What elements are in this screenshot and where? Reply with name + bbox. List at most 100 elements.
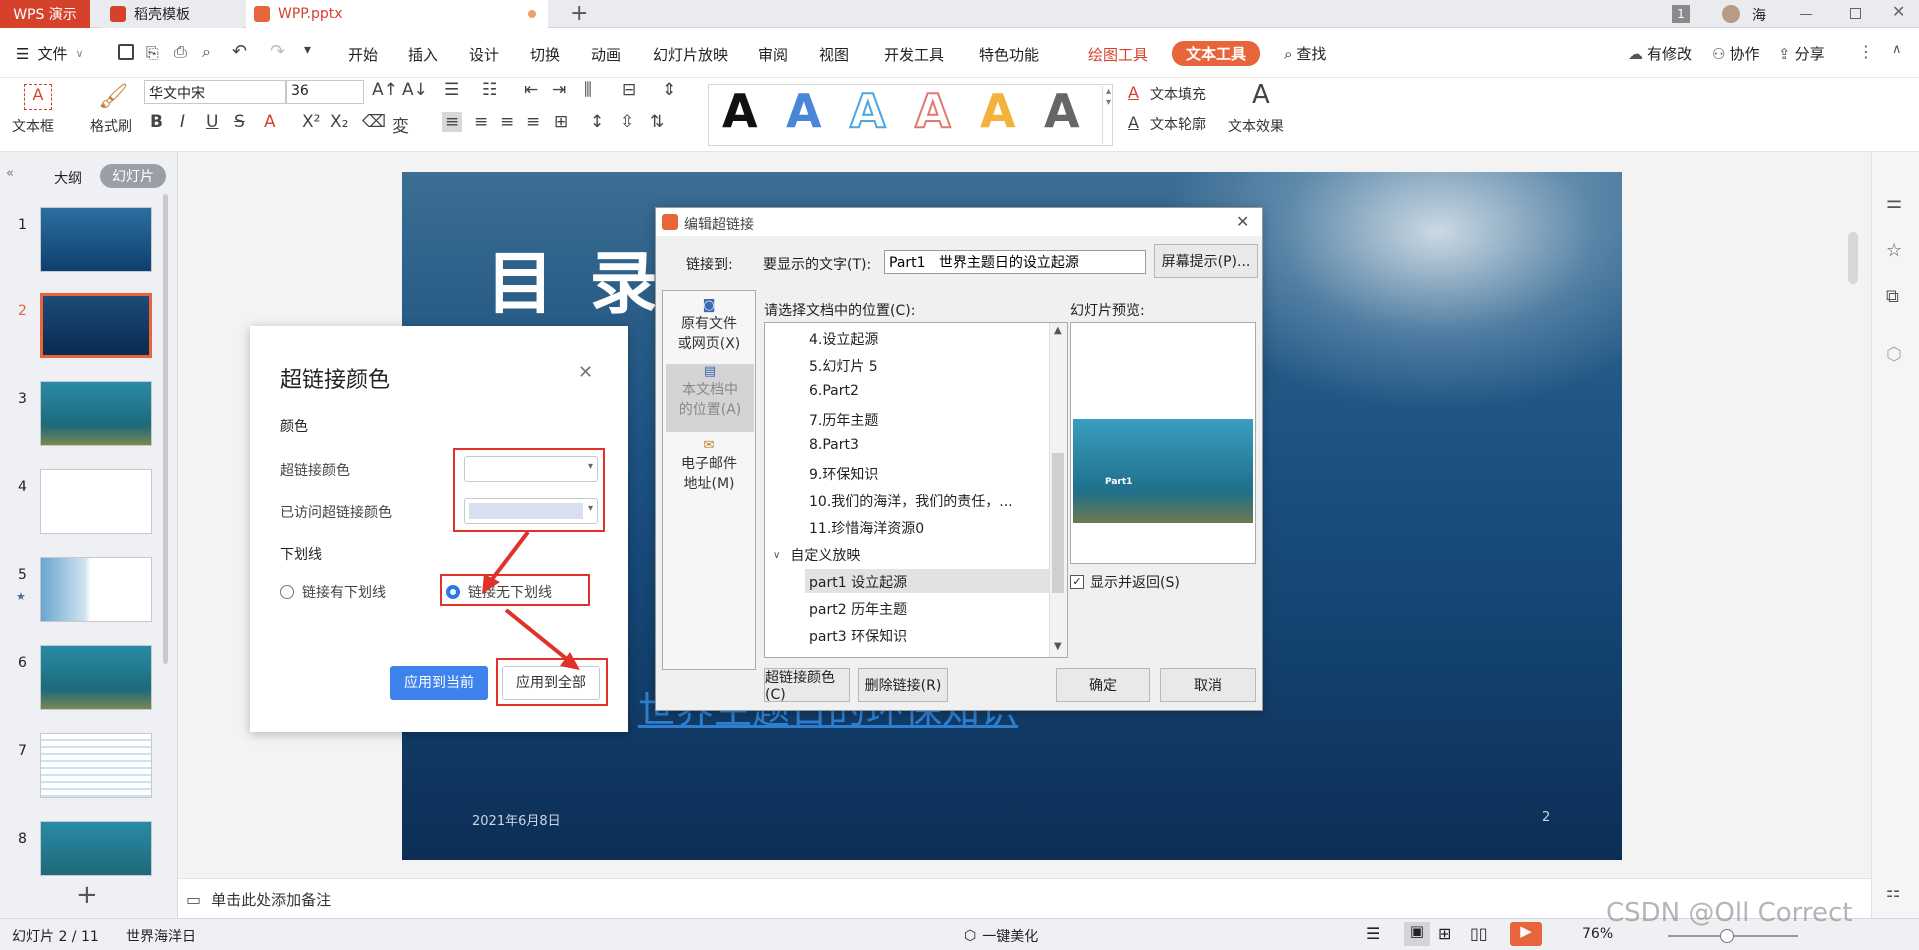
- zoom-level[interactable]: 76%: [1582, 926, 1613, 942]
- gallery-scroll-icon[interactable]: ▴ ▾: [1102, 86, 1114, 144]
- menu-features[interactable]: 特色功能: [979, 44, 1039, 65]
- align-right-icon[interactable]: ≡: [500, 112, 514, 132]
- maximize-icon[interactable]: [1850, 8, 1861, 19]
- text-effect-button[interactable]: 文本效果: [1228, 116, 1284, 136]
- text-style-black[interactable]: A: [722, 84, 758, 138]
- tree-item-part3[interactable]: part3 环保知识: [809, 626, 907, 646]
- text-outline-icon[interactable]: A: [1128, 113, 1139, 132]
- sorter-view-icon[interactable]: ⊞: [1438, 924, 1451, 943]
- font-size-select[interactable]: 36: [286, 80, 364, 104]
- tree-item-11[interactable]: 11.珍惜海洋资源0: [809, 518, 924, 538]
- display-text-input[interactable]: [884, 250, 1146, 274]
- more-icon[interactable]: ⋮: [1858, 42, 1874, 61]
- modified-button[interactable]: ☁ 有修改: [1628, 43, 1692, 64]
- theme-name[interactable]: 世界海洋日: [126, 926, 196, 946]
- menu-text-tool[interactable]: 文本工具: [1172, 41, 1261, 66]
- menu-dev-tools[interactable]: 开发工具: [884, 44, 944, 65]
- text-effect-icon[interactable]: A: [1252, 80, 1270, 110]
- avatar[interactable]: [1722, 5, 1740, 23]
- color-dialog-close-icon[interactable]: ✕: [578, 362, 593, 383]
- collapse-panel-icon[interactable]: «: [6, 166, 14, 181]
- textbox-icon[interactable]: A: [24, 84, 52, 110]
- notes-placeholder[interactable]: 单击此处添加备注: [211, 889, 331, 910]
- magic-icon[interactable]: ☆: [1886, 240, 1902, 261]
- adjust-icon[interactable]: ⚌: [1886, 192, 1902, 213]
- transform-icon[interactable]: ⧉: [1886, 286, 1899, 307]
- tree-item-6[interactable]: 6.Part2: [809, 383, 859, 399]
- scroll-down-icon[interactable]: ▼: [1054, 641, 1062, 652]
- tree-item-8[interactable]: 8.Part3: [809, 437, 859, 453]
- slide-thumb-4[interactable]: [40, 469, 152, 534]
- tree-scrollbar[interactable]: ▲ ▼: [1049, 323, 1067, 657]
- new-tab-button[interactable]: +: [570, 1, 588, 26]
- slide-thumb-1[interactable]: [40, 207, 152, 272]
- tree-item-part2[interactable]: part2 历年主题: [809, 599, 907, 619]
- radio-underline[interactable]: 链接有下划线: [280, 582, 386, 602]
- menu-transition[interactable]: 切换: [530, 44, 560, 65]
- show-return-checkbox[interactable]: ✓ 显示并返回(S): [1070, 572, 1180, 592]
- screen-tip-button[interactable]: 屏幕提示(P)...: [1154, 244, 1258, 278]
- columns-icon[interactable]: ⫼: [584, 80, 592, 100]
- bullet-list-icon[interactable]: ☰: [444, 80, 459, 100]
- spacing-more-icon[interactable]: ⇅: [650, 112, 664, 132]
- file-menu[interactable]: ☰ 文件 ∨: [16, 43, 84, 64]
- text-style-blue[interactable]: A: [786, 84, 822, 138]
- subscript-icon[interactable]: X₂: [330, 112, 348, 132]
- bold-icon[interactable]: B: [150, 112, 163, 132]
- panel-scrollbar[interactable]: [163, 194, 168, 664]
- text-style-red-outline[interactable]: A: [914, 83, 952, 139]
- minimize-icon[interactable]: [1800, 14, 1812, 15]
- slide-thumb-6[interactable]: [40, 645, 152, 710]
- reading-view-icon[interactable]: ▯▯: [1470, 924, 1488, 943]
- slide-title[interactable]: 目 录: [486, 228, 664, 327]
- beautify-button[interactable]: ⬡ 一键美化: [964, 926, 1038, 946]
- ok-button[interactable]: 确定: [1056, 668, 1150, 702]
- slide-thumb-2[interactable]: [40, 293, 152, 358]
- slide-thumb-3[interactable]: [40, 381, 152, 446]
- menu-slideshow[interactable]: 幻灯片放映: [653, 44, 728, 65]
- tree-item-5[interactable]: 5.幻灯片 5: [809, 356, 878, 376]
- grid-icon[interactable]: ⚏: [1886, 882, 1900, 901]
- export-icon[interactable]: ⎘: [146, 43, 159, 63]
- save-icon[interactable]: [118, 44, 134, 60]
- tab-slides[interactable]: 幻灯片: [100, 164, 166, 188]
- nav-email[interactable]: ✉ 电子邮件 地址(M): [664, 438, 754, 502]
- nav-existing-file[interactable]: ◙ 原有文件 或网页(X): [664, 298, 754, 362]
- font-color-icon[interactable]: A: [264, 112, 276, 132]
- scroll-up-icon[interactable]: ▲: [1054, 325, 1062, 336]
- tree-item-part1[interactable]: part1 设立起源: [809, 572, 907, 592]
- tab-daoke-template[interactable]: 稻壳模板: [102, 0, 242, 28]
- slide-thumb-5[interactable]: [40, 557, 152, 622]
- text-style-light-blue[interactable]: A: [849, 83, 887, 139]
- increase-indent-icon[interactable]: ⇥: [552, 80, 566, 100]
- link-color-button[interactable]: 超链接颜色(C): [764, 668, 850, 703]
- align-center-icon[interactable]: ≡: [474, 112, 488, 132]
- slide-thumb-7[interactable]: [40, 733, 152, 798]
- tree-item-10[interactable]: 10.我们的海洋，我们的责任，...: [809, 491, 1013, 511]
- remove-link-button[interactable]: 删除链接(R): [858, 668, 948, 702]
- text-style-gray[interactable]: A: [1044, 84, 1080, 138]
- scroll-thumb[interactable]: [1052, 453, 1064, 593]
- paragraph-spacing-icon[interactable]: ⇳: [620, 112, 634, 132]
- underline-icon[interactable]: U: [206, 112, 218, 132]
- italic-icon[interactable]: I: [180, 112, 185, 132]
- strikethrough-icon[interactable]: S: [234, 112, 245, 132]
- undo-icon[interactable]: ↶: [232, 41, 247, 62]
- tree-item-4[interactable]: 4.设立起源: [809, 329, 878, 349]
- clear-format-icon[interactable]: ⌫: [362, 112, 386, 132]
- search-button[interactable]: ⌕ 查找: [1284, 43, 1326, 64]
- align-left-icon[interactable]: ≡: [442, 112, 463, 132]
- add-slide-button[interactable]: +: [76, 880, 98, 910]
- distribute-icon[interactable]: ⊞: [554, 112, 568, 132]
- line-spacing-icon[interactable]: ↕: [590, 112, 604, 132]
- share-button[interactable]: ⇪ 分享: [1778, 43, 1825, 64]
- collapse-ribbon-icon[interactable]: ∧: [1892, 42, 1902, 57]
- text-direction-icon[interactable]: ⇕: [662, 80, 676, 100]
- cancel-button[interactable]: 取消: [1160, 668, 1256, 702]
- font-family-select[interactable]: 华文中宋: [144, 80, 286, 104]
- tree-item-9[interactable]: 9.环保知识: [809, 464, 878, 484]
- tab-outline[interactable]: 大纲: [54, 168, 82, 188]
- menu-start[interactable]: 开始: [348, 44, 378, 65]
- tab-document[interactable]: WPP.pptx: [246, 0, 548, 28]
- shrink-font-icon[interactable]: A↓: [402, 80, 428, 100]
